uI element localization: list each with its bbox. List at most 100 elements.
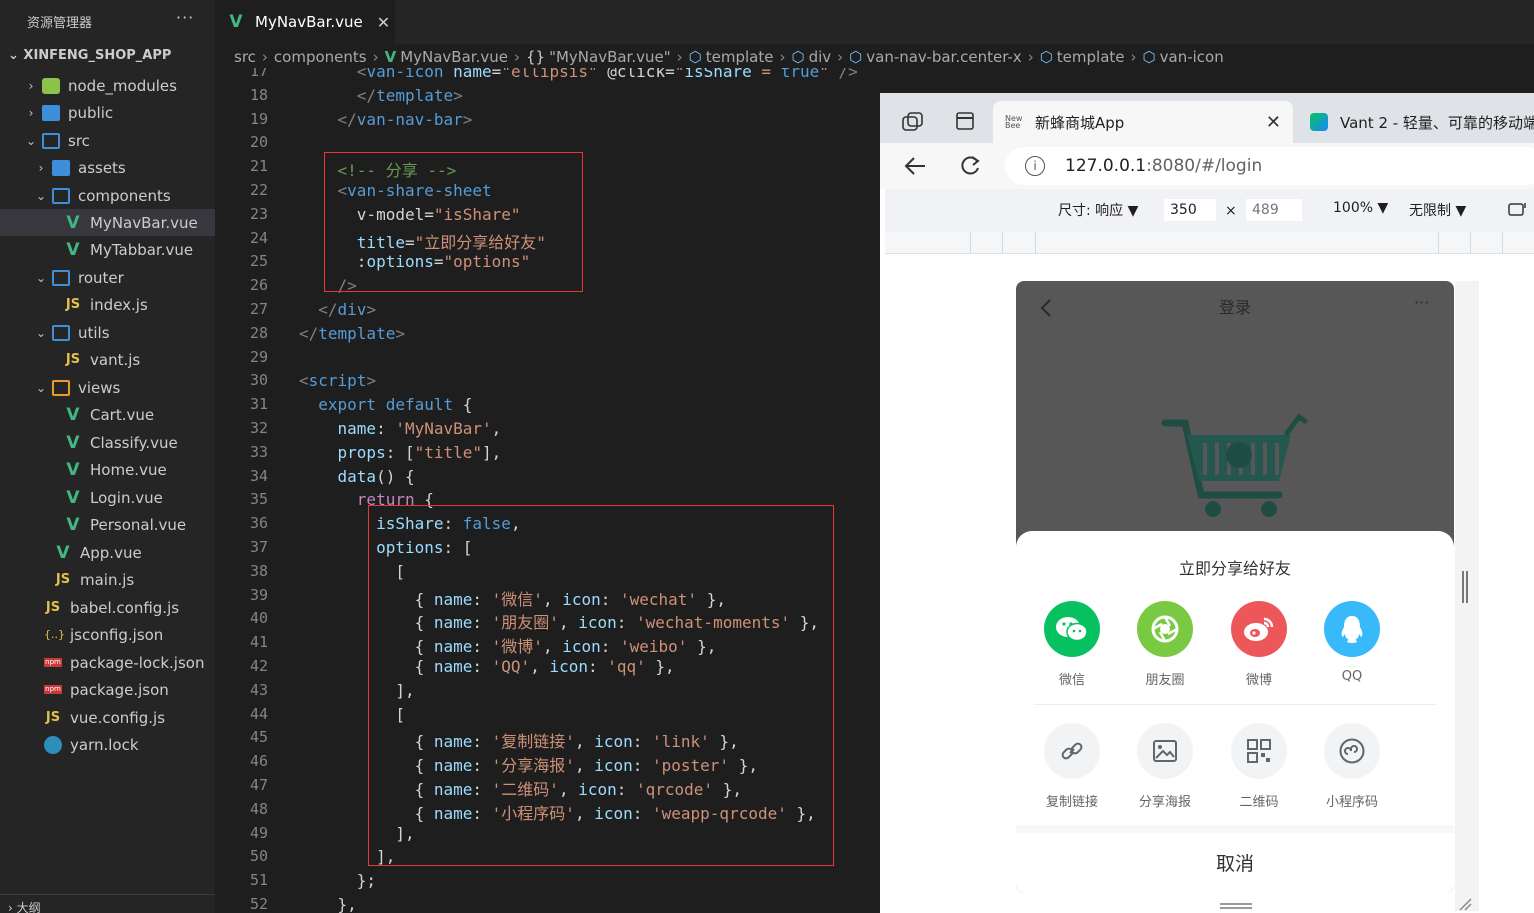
chevron-right-icon: ›	[261, 48, 268, 66]
tree-item-mynavbar[interactable]: V MyNavBar.vue	[0, 209, 215, 236]
code-line[interactable]: </template>	[299, 324, 405, 343]
browser-tab-vant[interactable]: Vant 2 - 轻量、可靠的移动端组	[1300, 101, 1534, 143]
line-number: 47	[249, 776, 268, 794]
js-file-icon: JS	[65, 352, 81, 367]
breadcrumb-item[interactable]: components	[274, 48, 367, 66]
code-line[interactable]: props: ["title"],	[299, 443, 502, 462]
line-number: 35	[249, 490, 268, 509]
tree-item-vant-js[interactable]: JS vant.js	[0, 346, 215, 373]
more-actions-button[interactable]: ···	[176, 8, 194, 27]
cancel-button[interactable]: 取消	[1016, 833, 1454, 891]
reload-icon[interactable]	[959, 155, 981, 177]
breadcrumb-item[interactable]: MyNavBar.vue	[400, 48, 508, 66]
address-bar[interactable]: i 127.0.0.1:8080/#/login	[1005, 147, 1534, 185]
throttle-dropdown[interactable]: 无限制 ▼	[1409, 200, 1466, 220]
code-line[interactable]: <van-icon name="ellipsis" @click="isShar…	[299, 68, 858, 81]
ellipsis-icon[interactable]: ···	[1414, 293, 1429, 312]
tree-item-index-js[interactable]: JS index.js	[0, 291, 215, 318]
back-arrow-icon[interactable]	[1040, 299, 1052, 317]
tree-item-package-json[interactable]: npm package.json	[0, 676, 215, 703]
element-icon: ⬡	[1039, 48, 1053, 66]
code-editor[interactable]: 17 <van-icon name="ellipsis" @click="isS…	[215, 68, 880, 913]
tab-mynavbar[interactable]: V MyNavBar.vue ✕	[215, 0, 395, 44]
outline-section[interactable]: › 大纲	[0, 894, 215, 913]
resize-handle-right[interactable]	[1462, 571, 1468, 603]
tree-item-package-lock[interactable]: npm package-lock.json	[0, 649, 215, 676]
tree-item-components[interactable]: ⌄ components	[0, 182, 215, 209]
breadcrumb-item[interactable]: van-icon	[1160, 48, 1224, 66]
zoom-dropdown[interactable]: 100% ▼	[1333, 200, 1388, 216]
code-line[interactable]: name: 'MyNavBar',	[299, 419, 502, 438]
tree-item-assets[interactable]: › assets	[0, 154, 215, 181]
close-icon[interactable]: ✕	[377, 13, 390, 32]
code-line[interactable]: data() {	[299, 467, 415, 486]
device-size-dropdown[interactable]: 尺寸: 响应 ▼	[1058, 200, 1138, 220]
project-root[interactable]: ⌄ XINFENG_SHOP_APP	[8, 48, 171, 63]
tree-item-cart[interactable]: V Cart.vue	[0, 401, 215, 428]
code-line[interactable]: <script>	[299, 371, 376, 390]
share-option-wechat[interactable]: 微信	[1032, 601, 1112, 688]
code-line[interactable]: export default {	[299, 395, 472, 414]
resize-corner-icon[interactable]	[1458, 897, 1472, 911]
tree-item-jsconfig[interactable]: {..} jsconfig.json	[0, 621, 215, 648]
tree-item-utils[interactable]: ⌄ utils	[0, 319, 215, 346]
tree-item-vue-config[interactable]: JS vue.config.js	[0, 704, 215, 731]
tree-item-label: Cart.vue	[90, 405, 155, 424]
code-line[interactable]: </template>	[299, 86, 463, 105]
tree-item-label: node_modules	[68, 76, 177, 95]
tree-item-personal[interactable]: V Personal.vue	[0, 511, 215, 538]
tree-item-public[interactable]: › public	[0, 99, 215, 126]
link-icon	[1044, 723, 1100, 779]
tree-item-mytabbar[interactable]: V MyTabbar.vue	[0, 236, 215, 263]
tree-item-app-vue[interactable]: V App.vue	[0, 539, 215, 566]
workspaces-icon[interactable]	[902, 112, 924, 132]
browser-tab-app[interactable]: New Bee 新蜂商城App ✕	[993, 101, 1293, 143]
share-option-poster[interactable]: 分享海报	[1125, 723, 1205, 810]
weapp-qrcode-icon	[1324, 723, 1380, 779]
breadcrumb-item[interactable]: src	[234, 48, 256, 66]
tree-item-yarn-lock[interactable]: yarn.lock	[0, 731, 215, 758]
tree-item-router[interactable]: ⌄ router	[0, 264, 215, 291]
share-option-qq[interactable]: QQ	[1312, 601, 1392, 684]
breadcrumb-item[interactable]: div	[809, 48, 832, 66]
device-height-input[interactable]: 489	[1246, 199, 1302, 221]
weibo-icon	[1231, 601, 1287, 657]
rotate-device-icon[interactable]	[1507, 200, 1529, 218]
breadcrumb-item[interactable]: template	[1057, 48, 1125, 66]
tree-item-label: vant.js	[90, 350, 141, 369]
close-icon[interactable]: ✕	[1266, 112, 1281, 133]
back-arrow-icon[interactable]	[904, 156, 926, 176]
breadcrumb-item[interactable]: van-nav-bar.center-x	[866, 48, 1021, 66]
share-option-qrcode[interactable]: 二维码	[1219, 723, 1299, 810]
tree-item-node-modules[interactable]: › node_modules	[0, 72, 215, 99]
code-line[interactable]: };	[299, 871, 376, 890]
code-line[interactable]: </van-nav-bar>	[299, 110, 473, 129]
chevron-right-icon: ›	[8, 901, 17, 913]
tree-item-src[interactable]: ⌄ src	[0, 127, 215, 154]
nav-bar: 登录 ···	[1016, 281, 1454, 331]
tree-item-home[interactable]: V Home.vue	[0, 456, 215, 483]
caret-down-icon: ▼	[1377, 200, 1389, 216]
code-line[interactable]: },	[299, 895, 357, 913]
code-line[interactable]: </div>	[299, 300, 376, 319]
tab-actions-icon[interactable]	[956, 112, 974, 130]
info-icon[interactable]: i	[1025, 156, 1045, 176]
share-option-link[interactable]: 复制链接	[1032, 723, 1112, 810]
device-width-input[interactable]: 350	[1164, 199, 1216, 221]
resize-handle-bottom[interactable]	[1220, 903, 1252, 909]
tree-item-main-js[interactable]: JS main.js	[0, 566, 215, 593]
share-option-weibo[interactable]: 微博	[1219, 601, 1299, 688]
line-number: 20	[249, 133, 268, 152]
breadcrumb-item[interactable]: "MyNavBar.vue"	[549, 48, 671, 66]
tree-item-label: MyNavBar.vue	[90, 213, 198, 232]
tree-item-label: package-lock.json	[70, 653, 205, 672]
vue-file-icon: V	[66, 239, 80, 260]
tree-item-login[interactable]: V Login.vue	[0, 484, 215, 511]
share-option-moments[interactable]: 朋友圈	[1125, 601, 1205, 688]
tree-item-views[interactable]: ⌄ views	[0, 374, 215, 401]
share-option-weapp-qrcode[interactable]: 小程序码	[1312, 723, 1392, 810]
breadcrumb-item[interactable]: template	[706, 48, 774, 66]
line-number: 40	[249, 609, 268, 628]
tree-item-babel-config[interactable]: JS babel.config.js	[0, 594, 215, 621]
tree-item-classify[interactable]: V Classify.vue	[0, 429, 215, 456]
